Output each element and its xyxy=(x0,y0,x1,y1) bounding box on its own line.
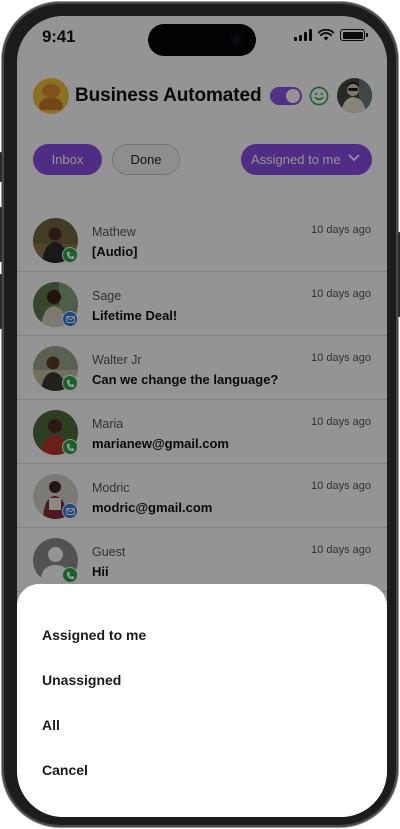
option-assigned-to-me[interactable]: Assigned to me xyxy=(42,627,146,643)
action-button xyxy=(0,152,2,182)
volume-down-button xyxy=(0,274,2,329)
option-all[interactable]: All xyxy=(42,717,60,733)
volume-up-button xyxy=(0,207,2,262)
option-unassigned[interactable]: Unassigned xyxy=(42,672,121,688)
cancel-button[interactable]: Cancel xyxy=(42,762,88,778)
screen: 9:41 Business Automated Inbox Done Assig… xyxy=(17,16,387,817)
assignment-action-sheet: Assigned to me Unassigned All Cancel xyxy=(17,584,387,817)
phone-frame: 9:41 Business Automated Inbox Done Assig… xyxy=(0,2,400,827)
